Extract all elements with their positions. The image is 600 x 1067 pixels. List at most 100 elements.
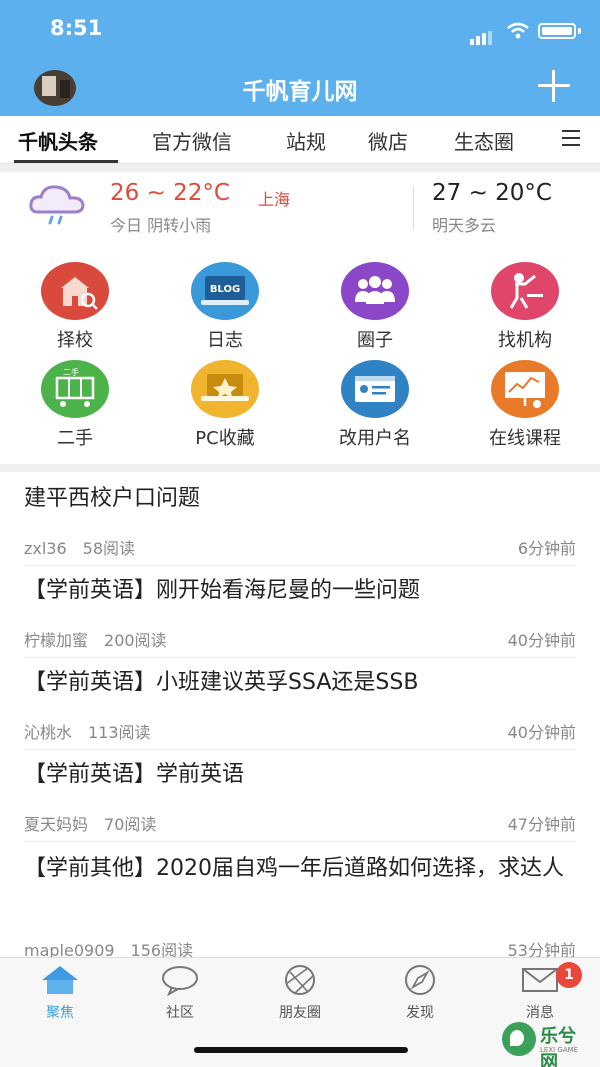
compass-icon <box>400 964 440 996</box>
tab-official-wechat[interactable]: 官方微信 <box>152 126 232 155</box>
tomorrow-temperature: 27 ~ 20°C <box>432 180 552 206</box>
grid-item-blog[interactable]: BLOG 日志 <box>165 262 285 352</box>
section-divider <box>0 164 600 172</box>
list-item[interactable]: 【学前英语】小班建议英孚SSA还是SSB 沁桃水 113阅读 40分钟前 <box>0 658 600 750</box>
article-time: 40分钟前 <box>507 723 576 742</box>
grid-item-pc-favorites[interactable]: PC收藏 <box>165 360 285 450</box>
list-item[interactable]: 建平西校户口问题 zxl36 58阅读 6分钟前 <box>0 474 600 566</box>
battery-icon <box>538 23 576 39</box>
article-meta: 沁桃水 113阅读 <box>24 719 151 743</box>
nav-community[interactable]: 社区 <box>120 964 240 1022</box>
today-temperature: 26 ~ 22°C <box>110 180 230 206</box>
menu-icon[interactable] <box>562 130 580 146</box>
unread-badge: 1 <box>556 962 582 988</box>
nav-discover[interactable]: 发现 <box>360 964 480 1022</box>
tab-site-rules[interactable]: 站规 <box>286 126 326 155</box>
article-author: 夏天妈妈 <box>24 815 89 834</box>
cellular-signal-icon <box>470 26 494 45</box>
article-author: zxl36 <box>24 539 67 558</box>
nav-messages[interactable]: 消息 <box>480 964 600 1022</box>
grid-label: 圈子 <box>357 330 393 351</box>
nav-focus[interactable]: 聚焦 <box>0 964 120 1022</box>
watermark-logo-icon <box>502 1022 536 1056</box>
article-title: 【学前英语】小班建议英孚SSA还是SSB <box>24 670 419 695</box>
article-title: 【学前英语】学前英语 <box>24 762 245 787</box>
cart-icon: 二手 <box>41 360 109 418</box>
list-item[interactable]: 【学前英语】刚开始看海尼曼的一些问题 柠檬加蜜 200阅读 40分钟前 <box>0 566 600 658</box>
nav-label: 社区 <box>166 1005 194 1021</box>
nav-label: 消息 <box>526 1005 554 1021</box>
tab-ecosystem[interactable]: 生态圈 <box>454 126 514 155</box>
article-author: 柠檬加蜜 <box>24 631 89 650</box>
nav-label: 聚焦 <box>46 1005 74 1021</box>
aperture-icon <box>280 964 320 996</box>
today-description: 今日 阴转小雨 <box>110 216 212 235</box>
article-title: 【学前英语】刚开始看海尼曼的一些问题 <box>24 578 421 603</box>
grid-label: 二手 <box>57 428 93 449</box>
battery-tip <box>578 28 581 34</box>
weather-divider <box>413 186 414 230</box>
grid-item-online-course[interactable]: 在线课程 <box>465 360 585 450</box>
tab-headlines[interactable]: 千帆头条 <box>18 126 98 155</box>
chat-bubble-icon <box>160 964 200 997</box>
grid-label: 改用户名 <box>339 428 411 449</box>
section-divider <box>0 464 600 472</box>
watermark-subtext: LEXI GAME <box>540 1046 579 1054</box>
active-tab-indicator <box>14 160 118 163</box>
article-time: 40分钟前 <box>507 631 576 650</box>
status-time: 8:51 <box>50 16 103 40</box>
tomorrow-description: 明天多云 <box>432 216 497 235</box>
id-card-icon <box>341 360 409 418</box>
tab-micro-shop[interactable]: 微店 <box>368 126 408 155</box>
nav-label: 朋友圈 <box>279 1005 321 1021</box>
article-reads: 113阅读 <box>88 723 151 742</box>
article-time: 6分钟前 <box>517 539 576 558</box>
article-reads: 70阅读 <box>104 815 157 834</box>
article-reads: 200阅读 <box>104 631 167 650</box>
grid-item-find-institution[interactable]: 找机构 <box>465 262 585 352</box>
second-hand-text: 二手 <box>63 367 79 377</box>
blog-text: BLOG <box>210 284 240 295</box>
wifi-icon <box>507 22 529 43</box>
weather-panel[interactable]: 26 ~ 22°C 上海 今日 阴转小雨 27 ~ 20°C 明天多云 <box>0 172 600 250</box>
envelope-icon <box>520 964 560 996</box>
grid-label: 在线课程 <box>489 428 561 449</box>
article-title: 【学前其他】2020届自鸡一年后道路如何选择，求达人 <box>24 856 564 881</box>
grid-label: 择校 <box>57 330 93 351</box>
article-time: 47分钟前 <box>507 815 576 834</box>
watermark: 乐兮网 LEXI GAME <box>502 1020 592 1067</box>
article-reads: 58阅读 <box>82 539 136 558</box>
blog-icon: BLOG <box>191 262 259 320</box>
grid-label: PC收藏 <box>195 428 255 449</box>
article-meta: 柠檬加蜜 200阅读 <box>24 627 167 651</box>
home-indicator <box>194 1047 408 1053</box>
grid-item-circle[interactable]: 圈子 <box>315 262 435 352</box>
nav-moments[interactable]: 朋友圈 <box>240 964 360 1022</box>
group-icon <box>341 262 409 320</box>
add-plus-icon[interactable] <box>536 68 572 104</box>
cloud-rain-icon <box>28 182 86 232</box>
grid-item-change-username[interactable]: 改用户名 <box>315 360 435 450</box>
app-header: 8:51 千帆育儿网 <box>0 0 600 116</box>
article-author: 沁桃水 <box>24 723 73 742</box>
school-icon <box>41 262 109 320</box>
watermark-text: 乐兮网 <box>540 1026 576 1067</box>
app-title: 千帆育儿网 <box>242 79 358 105</box>
laptop-icon <box>191 360 259 418</box>
list-item[interactable]: 【学前其他】2020届自鸡一年后道路如何选择，求达人 maple0909 156阅… <box>0 842 600 960</box>
grid-item-school[interactable]: 择校 <box>15 262 135 352</box>
list-item[interactable]: 【学前英语】学前英语 夏天妈妈 70阅读 47分钟前 <box>0 750 600 842</box>
article-meta: 夏天妈妈 70阅读 <box>24 811 156 835</box>
presentation-icon <box>491 360 559 418</box>
category-tabs: 千帆头条 官方微信 站规 微店 生态圈 <box>0 116 600 164</box>
grid-item-second-hand[interactable]: 二手 二手 <box>15 360 135 450</box>
status-bar: 8:51 <box>0 0 600 58</box>
home-icon <box>40 964 80 996</box>
article-title: 建平西校户口问题 <box>24 486 201 511</box>
teacher-icon <box>491 262 559 320</box>
nav-label: 发现 <box>406 1005 434 1021</box>
grid-label: 找机构 <box>498 330 552 351</box>
grid-label: 日志 <box>207 330 243 351</box>
city-name: 上海 <box>258 190 291 209</box>
article-meta: zxl36 58阅读 <box>24 535 135 559</box>
